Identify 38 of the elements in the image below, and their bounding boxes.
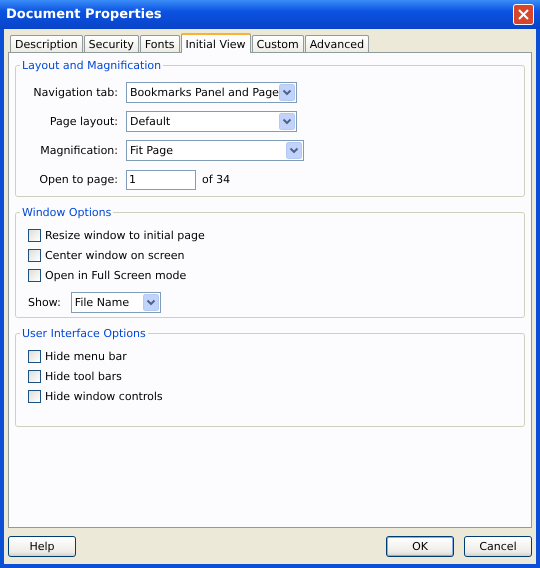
page-count: of 34 [202, 173, 230, 186]
checkbox-label[interactable]: Open in Full Screen mode [45, 268, 186, 282]
window-title: Document Properties [6, 7, 162, 22]
checkbox-label[interactable]: Hide window controls [45, 390, 163, 402]
tab[interactable]: Fonts [140, 35, 180, 52]
group-title: Layout and Magnification [21, 59, 162, 72]
field-label: Page layout: [48, 115, 119, 128]
tab[interactable]: Initial View [180, 33, 251, 53]
checkbox-label[interactable]: Resize window to initial page [45, 228, 205, 242]
field-label: Navigation tab: [32, 86, 119, 99]
group-title: Window Options [21, 206, 112, 219]
tab[interactable]: Description [10, 35, 83, 52]
tab[interactable]: Security [84, 35, 139, 52]
field-label: Magnification: [39, 144, 119, 157]
checkbox[interactable] [28, 390, 41, 402]
close-button[interactable] [513, 4, 534, 25]
checkbox-label[interactable]: Hide menu bar [45, 350, 127, 362]
checkbox[interactable] [28, 248, 41, 262]
checkbox[interactable] [28, 350, 41, 362]
group-title: User Interface Options [21, 327, 147, 340]
cancel-button[interactable]: Cancel [464, 536, 532, 556]
page-number-field[interactable]: 1 [126, 170, 196, 190]
navigation-tab-dropdown[interactable]: Bookmarks Panel and Page [126, 82, 297, 103]
tab[interactable]: Advanced [304, 35, 370, 52]
close-icon [518, 9, 529, 20]
magnification-dropdown[interactable]: Fit Page [126, 140, 304, 161]
checkbox-label[interactable]: Center window on screen [45, 248, 185, 262]
page-layout-dropdown[interactable]: Default [126, 111, 297, 132]
field-label: Open to page: [38, 173, 119, 186]
checkbox[interactable] [28, 228, 41, 242]
checkbox[interactable] [28, 268, 41, 282]
show-dropdown[interactable]: File Name [70, 292, 161, 313]
help-button[interactable]: Help [8, 536, 76, 556]
field-label: Show: [28, 296, 61, 309]
checkbox-label[interactable]: Hide tool bars [45, 370, 122, 382]
checkbox[interactable] [28, 370, 41, 382]
tab[interactable]: Custom [252, 35, 304, 52]
ok-button[interactable]: OK [386, 536, 454, 556]
